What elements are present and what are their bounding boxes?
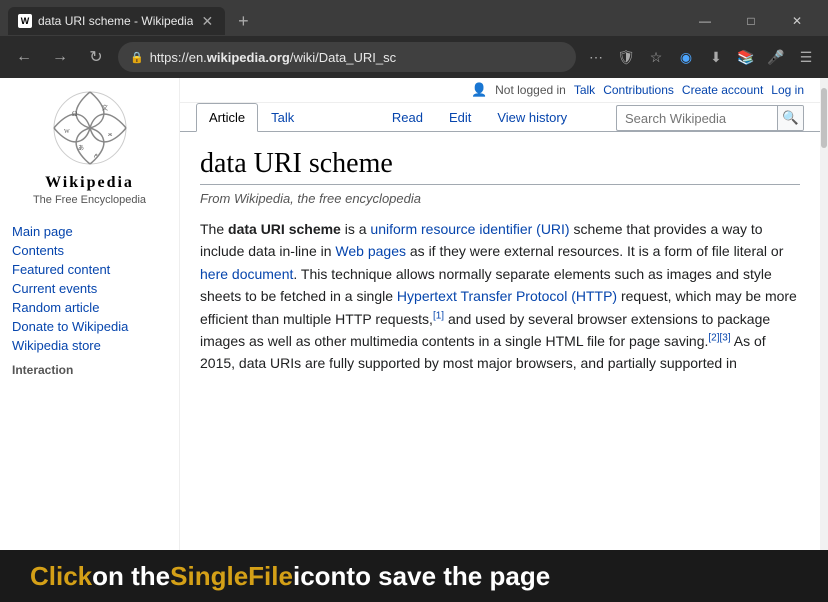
sidebar: Ω 文 W ж あ م Wikipedia The Free Encyclope… xyxy=(0,78,180,550)
user-bar: 👤 Not logged in Talk Contributions Creat… xyxy=(180,78,820,103)
active-tab[interactable]: W data URI scheme - Wikipedia ✕ xyxy=(8,7,225,35)
library-icon[interactable]: 📚 xyxy=(734,45,758,69)
search-box[interactable]: 🔍 xyxy=(616,105,804,131)
web-pages-link[interactable]: Web pages xyxy=(335,243,406,259)
article-title: data URI scheme xyxy=(200,148,800,185)
sidebar-item-featured-content[interactable]: Featured content xyxy=(12,260,167,279)
contributions-link[interactable]: Contributions xyxy=(603,83,674,97)
menu-icon[interactable]: ☰ xyxy=(794,45,818,69)
scrollbar-thumb[interactable] xyxy=(821,88,827,148)
new-tab-button[interactable]: + xyxy=(229,7,257,35)
tab-view-history[interactable]: View history xyxy=(484,103,580,132)
sidebar-nav: Main page Contents Featured content Curr… xyxy=(12,222,167,377)
tab-favicon: W xyxy=(18,14,32,28)
main-content: 👤 Not logged in Talk Contributions Creat… xyxy=(180,78,820,550)
shield-icon[interactable]: 🛡 xyxy=(614,45,638,69)
citation-1: [1] xyxy=(433,310,444,321)
wikipedia-tagline: The Free Encyclopedia xyxy=(12,194,167,206)
sidebar-item-store[interactable]: Wikipedia store xyxy=(12,336,167,355)
article-body: data URI scheme From Wikipedia, the free… xyxy=(180,132,820,550)
singlefile-icon[interactable]: ◉ xyxy=(674,45,698,69)
wikipedia-name: Wikipedia xyxy=(12,174,167,192)
svg-text:文: 文 xyxy=(102,104,108,112)
bookmark-icon[interactable]: ☆ xyxy=(644,45,668,69)
search-input[interactable] xyxy=(617,111,777,126)
sidebar-item-contents[interactable]: Contents xyxy=(12,241,167,260)
browser-chrome: W data URI scheme - Wikipedia ✕ + — □ ✕ … xyxy=(0,0,828,78)
tab-edit[interactable]: Edit xyxy=(436,103,484,132)
tab-title: data URI scheme - Wikipedia xyxy=(38,14,193,28)
banner-on-the-text: on the xyxy=(92,561,170,592)
svg-text:あ: あ xyxy=(78,145,84,152)
download-icon[interactable]: ⬇ xyxy=(704,45,728,69)
article-subtitle: From Wikipedia, the free encyclopedia xyxy=(200,191,800,206)
bottom-banner: Click on the SingleFile icon to save the… xyxy=(0,550,828,602)
http-link[interactable]: Hypertext Transfer Protocol (HTTP) xyxy=(397,288,617,304)
svg-text:Ω: Ω xyxy=(72,110,77,118)
search-button[interactable]: 🔍 xyxy=(777,105,803,131)
reload-button[interactable]: ↻ xyxy=(82,43,110,71)
tab-bar: W data URI scheme - Wikipedia ✕ + — □ ✕ xyxy=(0,0,828,36)
minimize-button[interactable]: — xyxy=(682,3,728,39)
tab-close-button[interactable]: ✕ xyxy=(199,13,215,29)
wiki-logo: Ω 文 W ж あ م Wikipedia The Free Encyclope… xyxy=(12,88,167,206)
banner-singlefile-text: SingleFile xyxy=(170,561,293,592)
sidebar-item-random-article[interactable]: Random article xyxy=(12,298,167,317)
extensions-icon[interactable]: ⋯ xyxy=(584,45,608,69)
talk-link[interactable]: Talk xyxy=(574,83,595,97)
microphone-icon[interactable]: 🎤 xyxy=(764,45,788,69)
log-in-link[interactable]: Log in xyxy=(771,83,804,97)
citation-2-3: [2][3] xyxy=(708,332,730,343)
close-button[interactable]: ✕ xyxy=(774,3,820,39)
forward-button[interactable]: → xyxy=(46,43,74,71)
scrollbar[interactable] xyxy=(820,78,828,550)
tab-read[interactable]: Read xyxy=(379,103,436,132)
sidebar-item-current-events[interactable]: Current events xyxy=(12,279,167,298)
article-paragraph: The data URI scheme is a uniform resourc… xyxy=(200,218,800,375)
window-controls: — □ ✕ xyxy=(682,3,820,39)
address-text: https://en.wikipedia.org/wiki/Data_URI_s… xyxy=(150,50,564,65)
tab-talk[interactable]: Talk xyxy=(258,103,307,132)
domain-text: wikipedia.org xyxy=(207,50,290,65)
here-doc-link[interactable]: here document xyxy=(200,266,293,282)
svg-text:W: W xyxy=(64,129,70,135)
banner-to-save-text: to save the page xyxy=(346,561,550,592)
address-actions: ⋯ 🛡 ☆ ◉ ⬇ 📚 🎤 ☰ xyxy=(584,45,818,69)
uri-link[interactable]: uniform resource identifier (URI) xyxy=(370,221,569,237)
back-button[interactable]: ← xyxy=(10,43,38,71)
not-logged-in-text: Not logged in xyxy=(495,83,566,97)
sidebar-item-main-page[interactable]: Main page xyxy=(12,222,167,241)
article-text: The data URI scheme is a uniform resourc… xyxy=(200,218,800,375)
tab-article[interactable]: Article xyxy=(196,103,258,132)
address-bar: ← → ↻ 🔒 https://en.wikipedia.org/wiki/Da… xyxy=(0,36,828,78)
create-account-link[interactable]: Create account xyxy=(682,83,763,97)
sidebar-section-main: Main page Contents Featured content Curr… xyxy=(12,222,167,355)
page-area: Ω 文 W ж あ م Wikipedia The Free Encyclope… xyxy=(0,78,828,550)
maximize-button[interactable]: □ xyxy=(728,3,774,39)
page-tabs: Article Talk Read Edit View history 🔍 xyxy=(180,103,820,132)
user-icon: 👤 xyxy=(471,82,487,98)
bold-term: data URI scheme xyxy=(228,221,341,237)
wikipedia-logo-globe: Ω 文 W ж あ م xyxy=(50,88,130,168)
banner-click-text: Click xyxy=(30,561,92,592)
interaction-heading: Interaction xyxy=(12,363,167,377)
sidebar-item-donate[interactable]: Donate to Wikipedia xyxy=(12,317,167,336)
svg-text:م: م xyxy=(94,152,98,158)
banner-icon-text: icon xyxy=(293,561,346,592)
svg-text:ж: ж xyxy=(107,132,113,138)
address-input-wrap[interactable]: 🔒 https://en.wikipedia.org/wiki/Data_URI… xyxy=(118,42,576,72)
lock-icon: 🔒 xyxy=(130,51,144,64)
